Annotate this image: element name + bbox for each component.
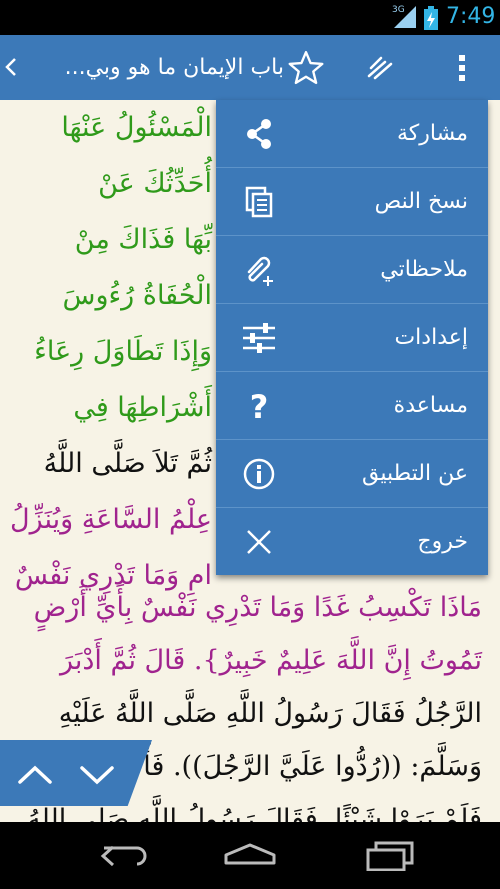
overflow-menu-button[interactable] xyxy=(440,35,484,100)
page-nav-arrows xyxy=(0,740,152,806)
back-arrow-icon xyxy=(100,845,147,866)
status-bar: 3G 7:49 xyxy=(0,0,500,35)
menu-item-share[interactable]: مشاركة xyxy=(216,100,488,168)
menu-item-label: نسخ النص xyxy=(374,189,468,214)
menu-item-label: عن التطبيق xyxy=(362,461,468,486)
menu-item-settings[interactable]: إعدادات xyxy=(216,304,488,372)
close-icon xyxy=(234,520,284,564)
text-line: وَإِذَا تَطَاوَلَ رِعَاءُ xyxy=(34,336,212,367)
menu-item-copy-text[interactable]: نسخ النص xyxy=(216,168,488,236)
recent-apps-icon xyxy=(366,841,414,871)
menu-item-label: ملاحظاتي xyxy=(380,257,468,282)
menu-item-label: مشاركة xyxy=(396,121,468,146)
text-line: تَمُوتُ إِنَّ اللَّهَ عَلِيمٌ خَبِيرٌ}. … xyxy=(59,645,482,676)
text-line: مَاذَا تَكْسِبُ غَدًا وَمَا تَدْرِي نَفْ… xyxy=(33,592,482,623)
menu-item-label: إعدادات xyxy=(394,325,468,350)
chevron-up-icon[interactable] xyxy=(14,758,56,790)
text-line: أُحَدِّثُكَ عَنْ xyxy=(98,168,212,199)
menu-item-exit[interactable]: خروج xyxy=(216,508,488,576)
system-nav-bar xyxy=(0,822,500,889)
action-bar: باب الإيمان ما هو وبي... xyxy=(0,35,500,100)
copy-icon xyxy=(234,180,284,224)
share-icon xyxy=(234,112,284,156)
pen-icon xyxy=(367,56,393,79)
star-icon xyxy=(288,50,324,84)
menu-item-label: مساعدة xyxy=(393,393,468,418)
bookmark-star-button[interactable] xyxy=(283,35,329,100)
text-line: الرَّجُلُ فَقَالَ رَسُولُ اللَّهِ صَلَّى… xyxy=(58,698,482,729)
system-recent-apps-button[interactable] xyxy=(345,822,435,889)
help-icon: ? xyxy=(234,384,284,428)
text-line: أَشْرَاطِهَا فِي xyxy=(73,392,212,423)
info-icon xyxy=(234,452,284,496)
text-line: بِّهَا فَذَاكَ مِنْ xyxy=(74,224,212,255)
text-line: وَسَلَّمَ: ((رُدُّوا عَلَيَّ الرَّجُلَ))… xyxy=(91,751,482,782)
annotate-button[interactable] xyxy=(358,35,404,100)
overflow-menu: مشاركة نسخ النص ملاحظاتي إعدادات ? مساعد… xyxy=(216,100,488,575)
chevron-left-icon[interactable] xyxy=(2,52,18,82)
svg-text:?: ? xyxy=(250,388,269,424)
attach-add-icon xyxy=(234,248,284,292)
text-line: الْحُفَاةُ رُءُوسَ xyxy=(62,280,212,311)
text-line: ثُمَّ تَلاَ صَلَّى اللَّهُ xyxy=(43,448,212,479)
page-title[interactable]: باب الإيمان ما هو وبي... xyxy=(22,35,284,100)
menu-item-my-notes[interactable]: ملاحظاتي xyxy=(216,236,488,304)
more-vert-icon xyxy=(459,54,465,81)
menu-item-about[interactable]: عن التطبيق xyxy=(216,440,488,508)
chevron-down-icon[interactable] xyxy=(76,758,118,790)
battery-charging-icon xyxy=(424,6,438,30)
menu-item-label: خروج xyxy=(417,529,468,554)
text-line: عِلْمُ السَّاعَةِ وَيُنَزِّلُ xyxy=(9,504,212,535)
home-icon xyxy=(224,843,276,864)
settings-sliders-icon xyxy=(234,316,284,360)
system-back-button[interactable] xyxy=(80,822,170,889)
text-line: الْمَسْئُولُ عَنْهَا xyxy=(61,112,212,143)
system-home-button[interactable] xyxy=(205,822,295,889)
signal-icon xyxy=(394,6,416,28)
clock: 7:49 xyxy=(446,4,496,29)
menu-item-help[interactable]: ? مساعدة xyxy=(216,372,488,440)
